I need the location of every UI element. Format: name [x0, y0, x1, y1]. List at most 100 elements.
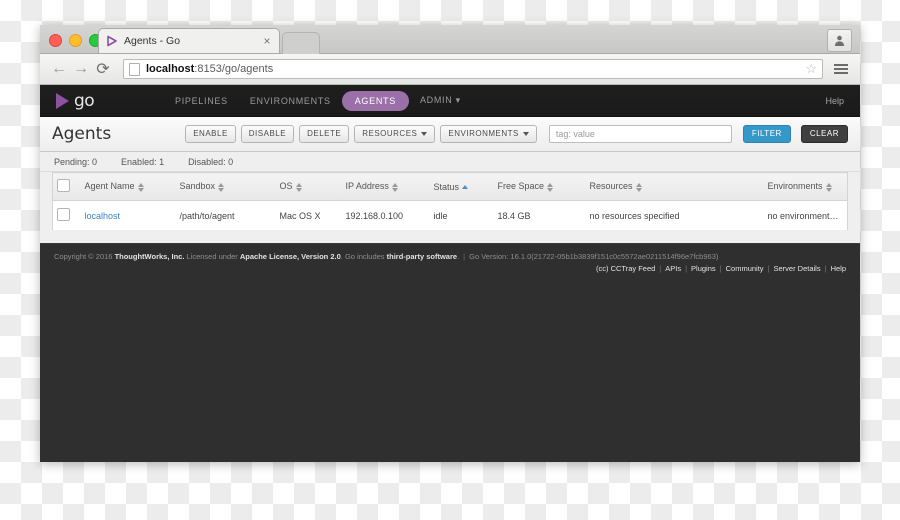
enable-button[interactable]: ENABLE [185, 125, 236, 143]
page-header: Agents ENABLE DISABLE DELETE RESOURCES E… [40, 117, 860, 152]
sort-icon[interactable] [295, 182, 302, 192]
reload-icon[interactable]: ⟳ [92, 58, 114, 80]
nav-item-agents[interactable]: AGENTS [341, 90, 409, 111]
chevron-down-icon [421, 131, 428, 136]
footer-link-server-details[interactable]: Server Details [774, 264, 821, 273]
select-all-checkbox[interactable] [57, 179, 70, 192]
browser-menu-icon[interactable] [830, 64, 852, 74]
includes-prefix: . Go includes [340, 252, 387, 261]
copyright-prefix: Copyright © 2016 [54, 252, 115, 261]
footer-copyright: Copyright © 2016 ThoughtWorks, Inc. Lice… [54, 251, 846, 262]
go-logo-text: go [74, 90, 95, 111]
column-header-resources[interactable]: Resources [585, 172, 764, 201]
minimize-window-button[interactable] [69, 34, 82, 47]
cell-sandbox: /path/to/agent [175, 200, 276, 231]
license-prefix: Licensed under [184, 252, 240, 261]
profile-avatar-icon[interactable] [827, 29, 852, 52]
nav-item-admin[interactable]: ADMIN ▾ [409, 90, 472, 111]
column-header-status[interactable]: Status [429, 172, 494, 201]
tag-filter-input[interactable]: tag: value [548, 125, 732, 143]
footer-divider: | [824, 264, 827, 274]
go-logo[interactable]: go [56, 91, 164, 111]
column-header-environments[interactable]: Environments [763, 172, 848, 201]
resources-dropdown[interactable]: RESOURCES [354, 125, 436, 143]
footer-divider: | [463, 252, 466, 261]
period: . [457, 252, 460, 261]
footer-link-plugins[interactable]: Plugins [691, 264, 716, 273]
environments-dropdown-label: ENVIRONMENTS [448, 129, 519, 138]
column-label: IP Address [345, 181, 389, 192]
back-icon[interactable]: ← [48, 58, 70, 80]
sort-icon[interactable] [391, 182, 398, 192]
sort-icon[interactable] [218, 182, 225, 192]
agents-table-container: Agent Name Sandbox OS IP Address Status … [40, 172, 860, 243]
column-header-ip-address[interactable]: IP Address [341, 172, 430, 201]
footer-link-apis[interactable]: APIs [665, 264, 681, 273]
go-page: go PIPELINES ENVIRONMENTS AGENTS ADMIN ▾… [40, 85, 860, 462]
cell-ip-address: 192.168.0.100 [341, 200, 430, 231]
sort-icon[interactable] [635, 182, 642, 192]
select-all-header [52, 172, 81, 201]
license-link[interactable]: Apache License, Version 2.0 [240, 252, 341, 261]
column-header-free-space[interactable]: Free Space [493, 172, 586, 201]
filter-button[interactable]: FILTER [742, 125, 791, 143]
resources-dropdown-label: RESOURCES [362, 129, 418, 138]
column-label: Environments [767, 181, 823, 192]
close-window-button[interactable] [49, 34, 62, 47]
nav-item-environments[interactable]: ENVIRONMENTS [239, 91, 342, 111]
close-tab-icon[interactable]: × [261, 35, 273, 47]
company-name: ThoughtWorks, Inc. [114, 252, 185, 261]
url-input[interactable]: localhost:8153/go/agents ☆ [123, 59, 823, 79]
cell-resources: no resources specified [585, 200, 764, 231]
cell-os: Mac OS X [275, 200, 342, 231]
clear-button[interactable]: CLEAR [800, 125, 848, 143]
cell-agent-name: localhost [80, 200, 176, 231]
table-header-row: Agent Name Sandbox OS IP Address Status … [52, 172, 848, 201]
go-logo-triangle-icon [56, 92, 69, 109]
sort-icon[interactable] [547, 182, 554, 192]
agent-name-link[interactable]: localhost [85, 211, 121, 221]
forward-icon[interactable]: → [70, 58, 92, 80]
third-party-link[interactable]: third-party software [387, 252, 457, 261]
column-header-agent-name[interactable]: Agent Name [80, 172, 176, 201]
go-version: Go Version: 16.1.0(21722-05b1b3839f151c0… [469, 252, 719, 261]
url-host: localhost [146, 63, 195, 75]
disabled-count: Disabled: 0 [188, 156, 234, 167]
agents-table: Agent Name Sandbox OS IP Address Status … [52, 172, 848, 231]
table-row[interactable]: localhost /path/to/agent Mac OS X 192.16… [52, 200, 848, 231]
sort-ascending-icon[interactable] [462, 184, 469, 190]
row-checkbox[interactable] [57, 208, 70, 221]
new-tab-button[interactable] [282, 32, 320, 54]
row-select-cell [52, 200, 81, 231]
bookmark-star-icon[interactable]: ☆ [805, 61, 817, 77]
column-label: Resources [589, 181, 633, 192]
column-header-sandbox[interactable]: Sandbox [175, 172, 276, 201]
page-title: Agents [52, 124, 112, 144]
footer-divider: | [719, 264, 722, 274]
delete-button[interactable]: DELETE [299, 125, 350, 143]
go-favicon-icon [105, 34, 119, 48]
browser-tab-active[interactable]: Agents - Go × [98, 28, 280, 53]
sort-icon[interactable] [137, 182, 144, 192]
environments-dropdown[interactable]: ENVIRONMENTS [440, 125, 537, 143]
sort-icon[interactable] [825, 182, 832, 192]
column-header-os[interactable]: OS [275, 172, 342, 201]
footer-divider: | [685, 264, 688, 274]
footer-link-community[interactable]: Community [726, 264, 764, 273]
agents-toolbar: ENABLE DISABLE DELETE RESOURCES ENVIRONM… [185, 125, 848, 143]
disable-button[interactable]: DISABLE [240, 125, 295, 143]
nav-item-pipelines[interactable]: PIPELINES [164, 91, 239, 111]
page-footer: Copyright © 2016 ThoughtWorks, Inc. Lice… [40, 243, 860, 284]
cell-environments: no environments specified [763, 200, 848, 231]
footer-link-cctray-feed[interactable]: (cc) CCTray Feed [596, 264, 655, 273]
column-label: Status [433, 181, 460, 192]
chevron-down-icon [522, 131, 529, 136]
column-label: Free Space [497, 181, 545, 192]
browser-address-bar: ← → ⟳ localhost:8153/go/agents ☆ [40, 54, 860, 85]
browser-tab-strip: Agents - Go × [40, 25, 860, 54]
footer-link-help[interactable]: Help [831, 264, 846, 273]
column-label: Sandbox [179, 181, 216, 192]
nav-help-link[interactable]: Help [825, 96, 844, 106]
footer-links: (cc) CCTray Feed | APIs | Plugins | Community |… [54, 264, 846, 273]
go-top-nav: go PIPELINES ENVIRONMENTS AGENTS ADMIN ▾… [40, 85, 860, 117]
